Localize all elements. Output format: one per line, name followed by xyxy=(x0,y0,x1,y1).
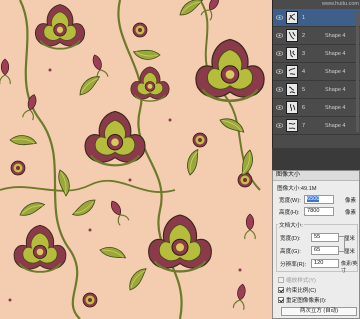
layer-tag: Shape 4 xyxy=(325,33,346,39)
layer-tag: Shape 4 xyxy=(325,51,346,57)
floral-pattern-image xyxy=(0,0,272,319)
height-label: 高度(H): xyxy=(279,210,300,216)
height-unit: 像素 xyxy=(345,210,357,216)
doc-width-unit: 厘米 xyxy=(344,236,356,242)
layer-row-7[interactable]: 7 Shape 4 xyxy=(273,117,360,135)
layer-thumbnail xyxy=(286,29,298,42)
layer-thumbnail xyxy=(286,101,298,114)
layer-name: 2 xyxy=(302,33,306,39)
constrain-proportions-checkbox[interactable] xyxy=(278,287,284,293)
resolution-label: 分辨率(R): xyxy=(280,262,307,268)
eye-icon[interactable] xyxy=(276,105,283,110)
layer-row-3[interactable]: 3 Shape 4 xyxy=(273,45,360,63)
eye-icon[interactable] xyxy=(276,123,283,128)
layer-row-5[interactable]: 5 Shape 4 xyxy=(273,81,360,99)
layers-scrollbar[interactable] xyxy=(356,12,359,132)
width-input[interactable]: 6500 xyxy=(304,195,334,204)
layer-tag: Shape 4 xyxy=(325,87,346,93)
width-label: 宽度(W): xyxy=(279,198,301,204)
constrain-proportions-label: 约束比例(C) xyxy=(286,288,317,294)
layer-row-1[interactable]: 1 xyxy=(273,9,360,27)
doc-height-label: 高度(G): xyxy=(280,249,301,255)
resolution-input[interactable]: 120 xyxy=(311,259,339,268)
layer-thumbnail xyxy=(286,65,298,78)
layer-name: 1 xyxy=(302,15,306,21)
layers-panel: www.huitu.com 1 2 Shape 4 3 Shape 4 4 Sh… xyxy=(272,0,360,148)
layer-thumbnail xyxy=(286,119,298,132)
layer-row-6[interactable]: 6 Shape 4 xyxy=(273,99,360,117)
eye-icon[interactable] xyxy=(276,87,283,92)
width-unit: 像素 xyxy=(345,198,357,204)
layer-row-2[interactable]: 2 Shape 4 xyxy=(273,27,360,45)
layer-name: 5 xyxy=(302,87,306,93)
layer-tag: Shape 4 xyxy=(325,105,346,111)
resample-checkbox[interactable] xyxy=(278,297,284,303)
doc-width-label: 宽度(D): xyxy=(280,236,301,242)
layer-name: 4 xyxy=(302,69,306,75)
eye-icon[interactable] xyxy=(276,69,283,74)
resample-label: 重定图像像素(I): xyxy=(286,298,327,304)
resolution-unit: 像素/英寸 xyxy=(341,261,358,274)
layer-thumbnail xyxy=(286,47,298,60)
layer-name: 3 xyxy=(302,51,306,57)
eye-icon[interactable] xyxy=(276,15,283,20)
doc-height-unit: 厘米 xyxy=(344,249,356,255)
layer-thumbnail xyxy=(286,11,298,24)
watermark-text: www.huitu.com xyxy=(322,1,359,7)
layer-name: 6 xyxy=(302,105,306,111)
scale-styles-checkbox[interactable] xyxy=(278,277,284,283)
dialog-title: 图像大小 xyxy=(273,171,359,181)
eye-icon[interactable] xyxy=(276,33,283,38)
resample-method-select[interactable]: 两次立方 (自动) xyxy=(281,307,357,316)
layer-name: 7 xyxy=(302,123,306,129)
document-canvas[interactable] xyxy=(0,0,272,319)
layer-thumbnail xyxy=(286,83,298,96)
document-size-label: 文档大小: xyxy=(278,221,304,229)
layer-tag: Shape 4 xyxy=(325,69,346,75)
doc-width-input[interactable]: 55 xyxy=(311,233,339,242)
scale-styles-label: 缩放样式(Y) xyxy=(286,278,316,284)
doc-height-input[interactable]: 65 xyxy=(311,246,339,255)
height-input[interactable]: 7800 xyxy=(304,207,334,216)
eye-icon[interactable] xyxy=(276,51,283,56)
layer-row-4[interactable]: 4 Shape 4 xyxy=(273,63,360,81)
layer-tag: Shape 4 xyxy=(325,123,346,129)
constrain-link-icon xyxy=(339,236,345,252)
width-value: 6500 xyxy=(307,196,320,202)
image-size-dialog: 图像大小 图像大小:49.1M 宽度(W): 6500 像素 高度(H): 78… xyxy=(272,170,360,319)
pixel-size-label: 图像大小:49.1M xyxy=(277,186,317,192)
